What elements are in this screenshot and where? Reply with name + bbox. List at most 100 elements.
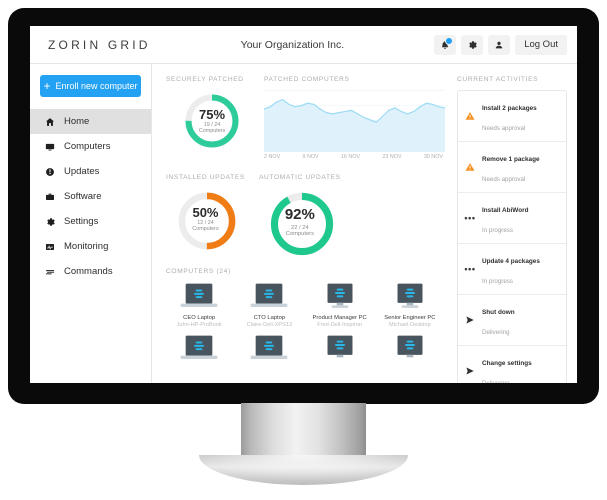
computers-label: Computers (24) xyxy=(166,268,231,275)
x-tick: 9 NOV xyxy=(302,154,319,160)
chart-x-axis: 2 NOV 9 NOV 16 NOV 23 NOV 30 NOV xyxy=(264,154,445,160)
commands-icon xyxy=(44,267,55,277)
sidebar-label: Settings xyxy=(64,216,99,227)
send-icon xyxy=(464,366,476,376)
activity-row[interactable]: Shut down Delivering xyxy=(458,295,566,346)
x-tick: 30 NOV xyxy=(423,154,443,160)
sidebar-label: Commands xyxy=(64,266,113,277)
activity-row[interactable]: Install 2 packages Needs approval xyxy=(458,91,566,142)
activities-list: Install 2 packages Needs approval Remove… xyxy=(457,90,567,383)
patched-computers-card: Patched Computers xyxy=(264,76,453,160)
activity-title: Update 4 packages xyxy=(482,258,540,265)
stats-row-1: Securely Patched xyxy=(166,76,453,160)
computers-grid: CEO Laptop John-HP-ProBook CTO Laptop Cl… xyxy=(166,282,453,364)
screenshot-stage: ZORIN GRID Your Organization Inc. Log Ou… xyxy=(0,0,607,500)
logout-button[interactable]: Log Out xyxy=(515,34,567,55)
computer-card[interactable]: Product Manager PC Fred-Dell-Inspiron xyxy=(307,282,373,328)
activity-title: Install AbiWord xyxy=(482,207,529,214)
computer-name: Senior Engineer PC xyxy=(384,315,436,321)
sidebar-label: Monitoring xyxy=(64,241,109,252)
settings-button[interactable] xyxy=(461,34,484,55)
securely-patched-card: Securely Patched xyxy=(166,76,258,160)
notifications-button[interactable] xyxy=(434,34,457,55)
topbar-actions: Log Out xyxy=(434,34,567,55)
current-activities-panel: Current Activities Install 2 packages Ne… xyxy=(453,64,577,383)
computer-card[interactable]: CTO Laptop Claire-Dell-XPS13 xyxy=(236,282,302,328)
briefcase-icon xyxy=(44,192,55,202)
automatic-updates-card: Automatic Updates xyxy=(258,174,341,256)
securely-patched-value: 75% 19 / 24 Computers xyxy=(183,92,241,150)
computer-name: CEO Laptop xyxy=(183,315,216,321)
installed-updates-donut-wrap: 50% 12 / 24 Computers xyxy=(166,188,245,250)
desktop-icon xyxy=(327,283,353,308)
activity-title: Install 2 packages xyxy=(482,105,537,112)
installed-updates-value: 50% 12 / 24 Computers xyxy=(176,190,234,248)
notification-badge xyxy=(445,36,454,45)
activity-status: In progress xyxy=(482,278,513,285)
monitor-bezel: ZORIN GRID Your Organization Inc. Log Ou… xyxy=(8,8,599,404)
automatic-updates-value: 92% 22 / 24 Computers xyxy=(268,190,332,254)
sidebar-item-computers[interactable]: Computers xyxy=(30,134,151,159)
activity-title: Change settings xyxy=(482,360,532,367)
activity-text: Install AbiWord In progress xyxy=(482,198,529,238)
computer-host: Michael-Desktop xyxy=(389,322,431,328)
sidebar-item-home[interactable]: Home xyxy=(30,109,151,134)
activity-title: Remove 1 package xyxy=(482,156,540,163)
top-bar: ZORIN GRID Your Organization Inc. Log Ou… xyxy=(30,26,577,64)
installed-updates-donut: 50% 12 / 24 Computers xyxy=(176,190,236,250)
gear-icon xyxy=(469,40,477,49)
activity-row[interactable]: ••• Update 4 packages In progress xyxy=(458,244,566,295)
desktop-icon xyxy=(327,335,353,358)
securely-patched-label: Securely Patched xyxy=(166,76,244,83)
home-icon xyxy=(44,117,55,127)
activity-status: Delivering xyxy=(482,329,510,336)
computer-card[interactable] xyxy=(236,334,302,364)
securely-patched-donut: 75% 19 / 24 Computers xyxy=(183,92,241,150)
monitor-screen: ZORIN GRID Your Organization Inc. Log Ou… xyxy=(30,26,577,383)
monitor-icon xyxy=(44,142,55,152)
installed-updates-label: Installed Updates xyxy=(166,174,245,181)
sidebar-label: Software xyxy=(64,191,102,202)
activity-status: In progress xyxy=(482,227,513,234)
automatic-updates-label: Automatic Updates xyxy=(258,174,341,181)
activity-text: Install 2 packages Needs approval xyxy=(482,96,537,136)
percent-text: 92% xyxy=(284,206,315,224)
computer-card[interactable]: CEO Laptop John-HP-ProBook xyxy=(166,282,232,328)
computer-card[interactable] xyxy=(377,334,443,364)
dashboard-column: Securely Patched xyxy=(152,64,453,383)
sidebar-item-settings[interactable]: Settings xyxy=(30,209,151,234)
laptop-icon xyxy=(180,335,218,359)
activity-text: Remove 1 package Needs approval xyxy=(482,147,540,187)
computer-card[interactable] xyxy=(166,334,232,364)
activity-row[interactable]: ••• Install AbiWord In progress xyxy=(458,193,566,244)
organization-title: Your Organization Inc. xyxy=(240,38,345,51)
gear-icon xyxy=(44,217,55,227)
computer-host: John-HP-ProBook xyxy=(176,322,222,328)
computer-name: CTO Laptop xyxy=(253,315,286,321)
activity-row[interactable]: Remove 1 package Needs approval xyxy=(458,142,566,193)
account-button[interactable] xyxy=(488,34,511,55)
activity-title: Shut down xyxy=(482,309,515,316)
computer-host: Claire-Dell-XPS13 xyxy=(246,322,293,328)
sidebar-label: Updates xyxy=(64,166,100,177)
send-icon xyxy=(464,315,476,325)
computer-card[interactable] xyxy=(307,334,373,364)
zorin-grid-app: ZORIN GRID Your Organization Inc. Log Ou… xyxy=(30,26,577,383)
current-activities-label: Current Activities xyxy=(457,76,539,83)
warning-icon xyxy=(464,111,476,121)
dots-icon: ••• xyxy=(464,264,476,274)
app-brand: ZORIN GRID xyxy=(48,37,151,52)
sidebar-item-commands[interactable]: Commands xyxy=(30,259,151,284)
monitoring-icon xyxy=(44,242,55,252)
app-body: + Enroll new computer Home Computers Upd… xyxy=(30,64,577,383)
sidebar-item-updates[interactable]: Updates xyxy=(30,159,151,184)
activity-row[interactable]: Change settings Delivering xyxy=(458,346,566,383)
computer-card[interactable]: Senior Engineer PC Michael-Desktop xyxy=(377,282,443,328)
unit-text: Computers xyxy=(285,230,315,237)
sidebar-item-software[interactable]: Software xyxy=(30,184,151,209)
enroll-new-computer-button[interactable]: + Enroll new computer xyxy=(40,75,141,97)
unit-text: Computers xyxy=(198,127,226,134)
enroll-label: Enroll new computer xyxy=(55,81,138,91)
desktop-icon xyxy=(397,335,423,358)
sidebar-item-monitoring[interactable]: Monitoring xyxy=(30,234,151,259)
